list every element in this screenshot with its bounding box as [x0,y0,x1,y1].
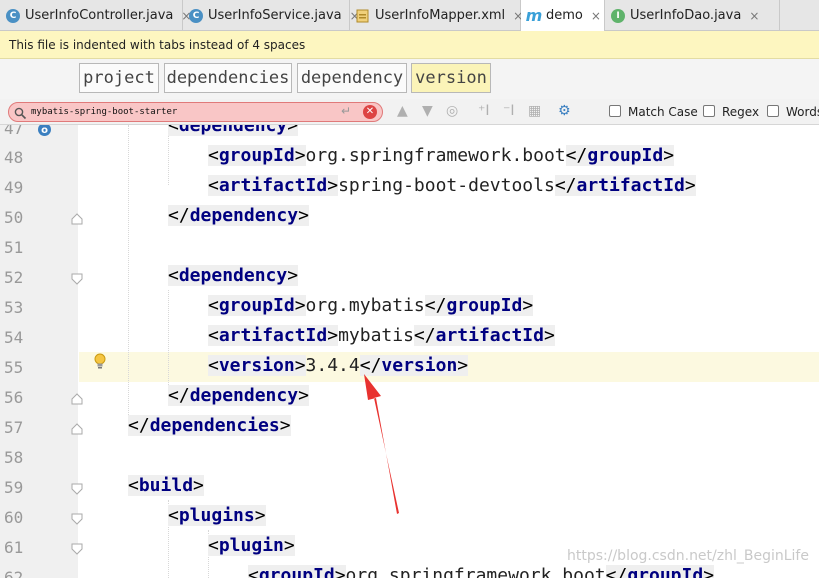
watermark-text: https://blog.csdn.net/zhl_BeginLife [567,548,809,564]
annotation-arrow [364,374,399,514]
